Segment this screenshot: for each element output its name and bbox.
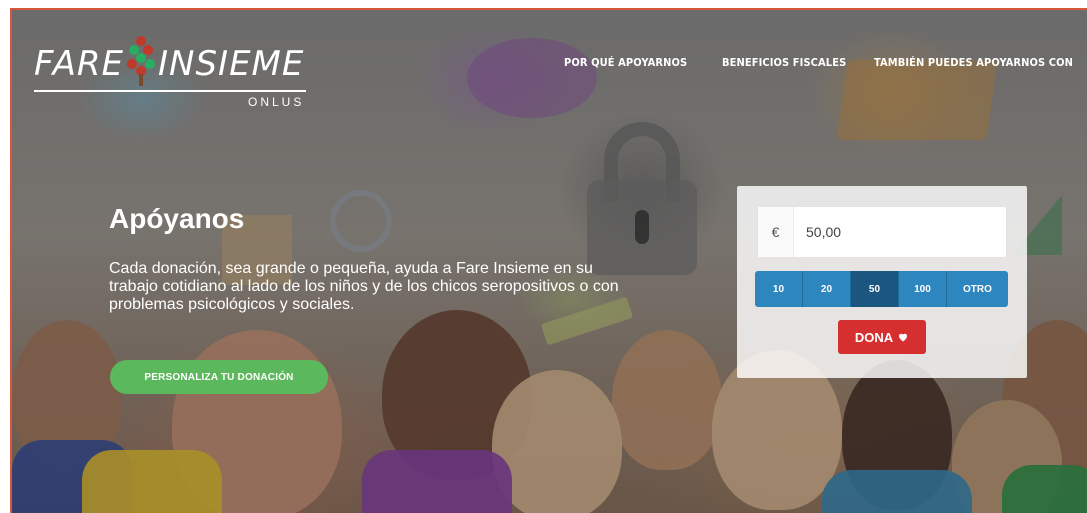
preset-100-button[interactable]: 100 — [898, 271, 947, 307]
amount-presets: 10 20 50 100 OTRO — [755, 271, 1008, 307]
main-nav: POR QUÉ APOYARNOS BENEFICIOS FISCALES TA… — [564, 56, 1073, 69]
logo-subtitle: ONLUS — [248, 95, 305, 109]
currency-symbol: € — [758, 207, 794, 257]
logo-text-left: FARE — [34, 44, 124, 84]
preset-10-button[interactable]: 10 — [755, 271, 803, 307]
donation-widget: € 50,00 10 20 50 100 OTRO DONA — [737, 186, 1027, 378]
site-logo[interactable]: FARE INSIEME ONLUS — [34, 36, 314, 110]
heart-icon — [899, 333, 908, 342]
page-title: Apóyanos — [109, 203, 245, 234]
nav-link-why-support[interactable]: POR QUÉ APOYARNOS — [564, 56, 698, 69]
hero-banner: FARE INSIEME ONLUS POR QUÉ APOYARNOS BEN… — [10, 8, 1087, 513]
amount-field[interactable]: € 50,00 — [757, 206, 1007, 258]
amount-value[interactable]: 50,00 — [794, 224, 841, 240]
logo-text-right: INSIEME — [158, 44, 305, 84]
page: FARE INSIEME ONLUS POR QUÉ APOYARNOS BEN… — [0, 0, 1087, 513]
preset-50-button[interactable]: 50 — [850, 271, 899, 307]
tree-people-logo-icon — [127, 36, 155, 86]
hero-description: Cada donación, sea grande o pequeña, ayu… — [109, 260, 619, 313]
nav-link-other-ways[interactable]: TAMBIÉN PUEDES APOYARNOS CON — [874, 56, 1073, 69]
preset-20-button[interactable]: 20 — [802, 271, 851, 307]
logo-underline — [34, 90, 306, 92]
customize-donation-button[interactable]: PERSONALIZA TU DONACIÓN — [110, 360, 328, 394]
donate-button-label: DONA — [854, 329, 894, 345]
preset-other-button[interactable]: OTRO — [946, 271, 1008, 307]
donate-button[interactable]: DONA — [838, 320, 926, 354]
nav-link-tax-benefits[interactable]: BENEFICIOS FISCALES — [722, 56, 850, 69]
